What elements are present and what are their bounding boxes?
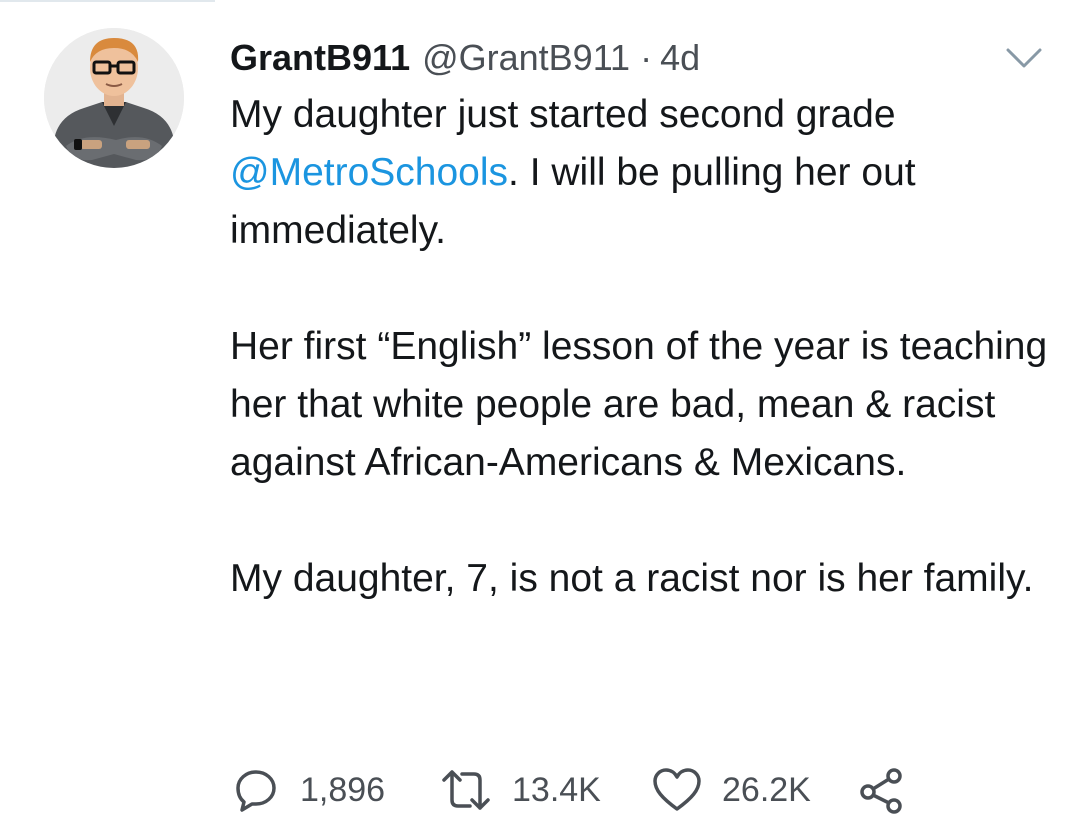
tweet-body: GrantB911 @GrantB911 · 4d My daughter ju… [230,30,1050,608]
divider [0,0,215,2]
share-button[interactable] [858,763,904,817]
reply-icon [236,770,276,812]
retweet-count: 13.4K [512,770,601,809]
reply-button[interactable]: 1,896 [232,763,385,817]
retweet-icon [442,770,490,810]
display-name[interactable]: GrantB911 [230,37,410,79]
share-icon [860,768,902,814]
separator-dot: · [640,37,653,78]
tweet-text: My daughter just started second grade @Me… [230,86,1050,608]
tweet-actions: 1,896 13.4K 26.2K [232,763,932,817]
avatar-illustration [44,28,184,168]
chevron-down-icon[interactable] [1004,44,1044,74]
timestamp[interactable]: 4d [660,37,700,79]
tweet-paragraph-2: Her first “English” lesson of the year i… [230,325,1048,484]
like-button[interactable]: 26.2K [652,763,811,817]
like-count: 26.2K [722,770,811,809]
reply-count: 1,896 [300,770,386,809]
mention-link[interactable]: @MetroSchools [230,151,508,194]
tweet-paragraph-1: My daughter just started second grade @Me… [230,86,1050,260]
tweet-paragraph-3: My daughter, 7, is not a racist nor is h… [230,557,1034,600]
avatar[interactable] [44,28,184,168]
retweet-button[interactable]: 13.4K [440,763,601,817]
heart-icon [653,768,701,811]
user-handle[interactable]: @GrantB911 [422,37,630,79]
tweet-header: GrantB911 @GrantB911 · 4d [230,30,1050,86]
tweet-text-part: My daughter just started second grade [230,93,896,136]
